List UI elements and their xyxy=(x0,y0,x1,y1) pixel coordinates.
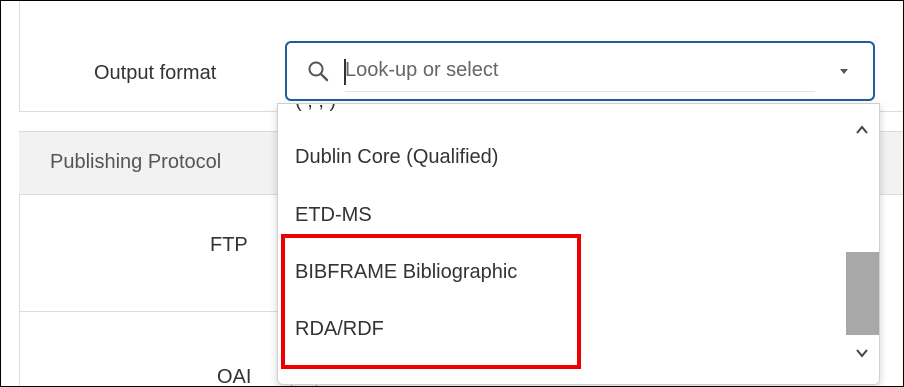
text-cursor xyxy=(344,59,346,85)
option-etd-ms[interactable]: ETD-MS xyxy=(295,204,372,227)
list-item-partial[interactable]: ( , , ) xyxy=(295,104,336,113)
scrollbar-thumb[interactable] xyxy=(846,252,879,335)
search-icon xyxy=(307,60,329,82)
output-format-dropdown: ( , , ) Dublin Core (Qualified) ETD-MS B… xyxy=(277,103,880,385)
publishing-protocol-label: Publishing Protocol xyxy=(50,151,222,173)
oai-label: OAI xyxy=(217,366,252,387)
option-dublin-core-qualified[interactable]: Dublin Core (Qualified) xyxy=(295,146,498,169)
output-format-label: Output format xyxy=(94,62,217,84)
output-format-search-input[interactable] xyxy=(345,55,795,85)
chevron-down-icon[interactable] xyxy=(840,69,848,74)
ftp-label: FTP xyxy=(210,234,248,256)
output-format-select[interactable] xyxy=(285,41,875,101)
row-divider xyxy=(19,311,289,312)
page-frame: Output format Publishing Protocol FTP OA… xyxy=(0,0,904,387)
chevron-down-icon[interactable] xyxy=(856,345,868,358)
input-underline xyxy=(345,91,815,92)
option-bibframe-bibliographic[interactable]: BIBFRAME Bibliographic xyxy=(295,261,517,284)
chevron-up-icon[interactable] xyxy=(856,122,868,134)
option-rda-rdf[interactable]: RDA/RDF xyxy=(295,318,384,341)
dropdown-scrollbar[interactable] xyxy=(846,104,879,384)
